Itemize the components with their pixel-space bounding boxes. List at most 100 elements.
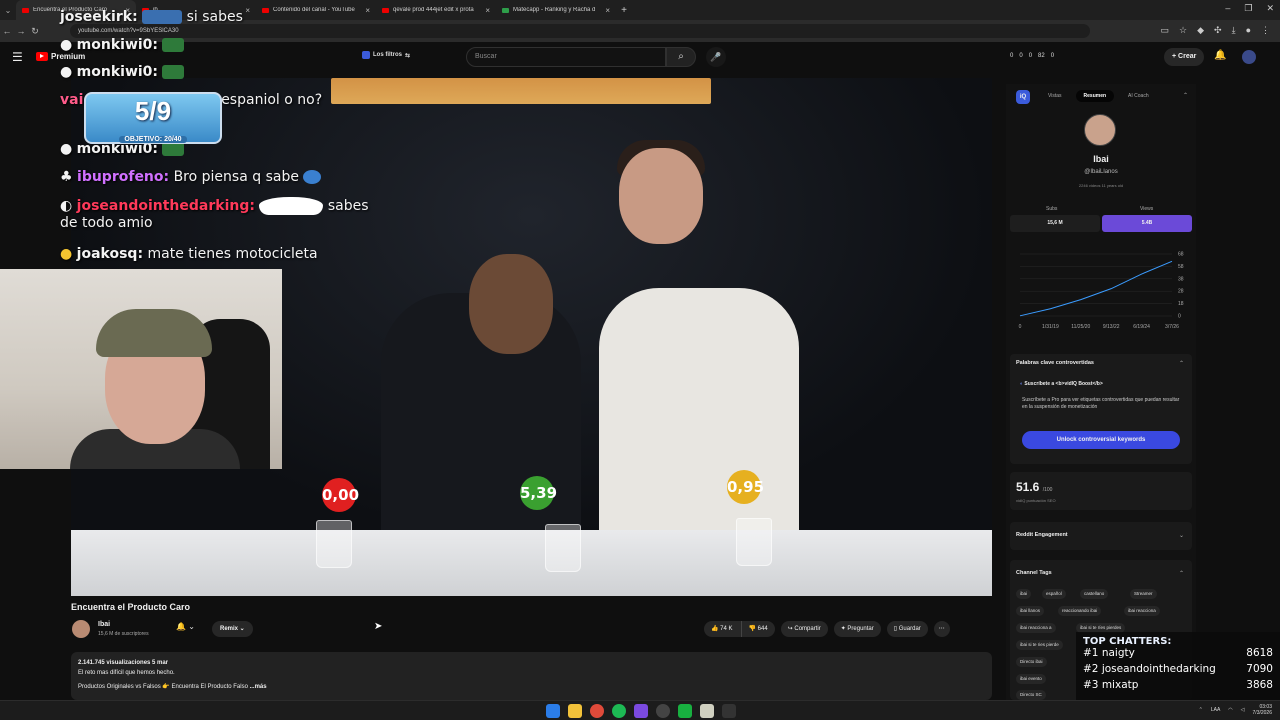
terminal-icon[interactable] (722, 704, 736, 718)
share-icon: ↪ (787, 626, 793, 632)
reload-icon[interactable]: ↻ (28, 26, 42, 37)
seo-score-value: 51.6 (1016, 480, 1040, 494)
unlock-keywords-button[interactable]: Unlock controversial keywords (1022, 431, 1180, 449)
address-bar[interactable]: youtube.com/watch?v=9SbYESlCA30 (70, 24, 1090, 38)
subs-value[interactable]: 15,6 M (1010, 215, 1100, 232)
tab-vistas[interactable]: Vistas (1040, 90, 1070, 102)
spotify-icon[interactable] (612, 704, 626, 718)
channel-tag[interactable]: ibai reacciona (1124, 606, 1160, 616)
close-icon[interactable]: × (365, 6, 370, 15)
like-button[interactable]: 👍 74 K (704, 621, 741, 637)
more-dots-icon: ⋯ (938, 626, 945, 632)
tab-ai-coach[interactable]: AI Coach (1120, 90, 1157, 102)
menu-dots-icon[interactable]: ⋮ (1261, 25, 1270, 36)
channel-avatar[interactable] (72, 620, 90, 638)
filters-button[interactable]: Los filtros ⇆ (362, 51, 410, 59)
notifications-bell-icon[interactable]: 🔔 (1214, 50, 1226, 61)
tray-chevron-icon[interactable]: ⌃ (1199, 707, 1203, 713)
hands-emoji-icon: 👉 (162, 684, 170, 690)
channel-tag[interactable]: castellano (1080, 589, 1109, 599)
cast-icon[interactable]: ▭ (1161, 25, 1170, 36)
youtube-header: ☰ Premium Los filtros ⇆ Buscar ⌕ 🎤 0 0 0… (0, 42, 1280, 72)
browser-tab-5[interactable]: Matecapp - Ranking y Racha d × (496, 0, 616, 20)
minimize-icon[interactable]: – (1225, 3, 1230, 14)
youtube-logo[interactable]: Premium (36, 52, 85, 61)
account-avatar[interactable] (1242, 50, 1256, 64)
forward-icon[interactable]: → (14, 26, 28, 36)
channel-tag[interactable]: Streamer (1130, 589, 1157, 599)
new-tab-button[interactable]: + (616, 5, 632, 16)
language-indicator[interactable]: LAA (1211, 707, 1220, 713)
extensions-puzzle-icon[interactable]: ✣ (1214, 25, 1222, 36)
channel-tag[interactable]: ibai (1016, 589, 1032, 599)
subscribe-notification-button[interactable]: 🔔 ⌄ (176, 622, 195, 631)
extension-icon[interactable]: ◆ (1197, 25, 1204, 36)
dislike-button[interactable]: 👎 644 (740, 621, 775, 637)
close-icon[interactable]: × (605, 6, 610, 15)
chevron-up-icon[interactable]: ⌃ (1179, 360, 1184, 367)
browser-tab-3[interactable]: Contenido del canal - YouTube × (256, 0, 376, 20)
ask-button[interactable]: ✦ Preguntar (833, 621, 881, 637)
search-button[interactable]: ⌕ (666, 47, 696, 67)
search-icon: ⌕ (678, 51, 684, 62)
file-explorer-icon[interactable] (568, 704, 582, 718)
chevron-up-icon[interactable]: ⌃ (1179, 570, 1184, 577)
chevron-down-icon[interactable]: ⌄ (1179, 532, 1184, 539)
thumbs-down-icon: 👎 (748, 626, 756, 632)
youtube-play-icon (36, 52, 48, 61)
channel-tag[interactable]: Directo SC (1016, 690, 1046, 700)
channel-tag[interactable]: reaccionando ibai (1058, 606, 1102, 616)
channel-handle: @IbaiLlanos (1084, 169, 1118, 175)
close-icon[interactable]: × (485, 6, 490, 15)
channel-name[interactable]: Ibai (98, 621, 110, 628)
channel-avatar (1084, 114, 1116, 146)
windows-taskbar: ⌃ LAA ◠ ◁ 03:03 7/3/2026 (0, 700, 1280, 720)
channel-tag[interactable]: ibai llanos (1016, 606, 1045, 616)
browser-tab-4[interactable]: qevale prod 444jet edit x prota × (376, 0, 496, 20)
channel-tag[interactable]: Directo ibai (1016, 657, 1047, 667)
chatter-row: #1 naigty 8618 (1083, 647, 1273, 663)
obs-icon[interactable] (656, 704, 670, 718)
save-button[interactable]: ▯ Guardar (886, 621, 928, 637)
close-window-icon[interactable]: ✕ (1266, 3, 1274, 14)
channel-tag[interactable]: ibai evento (1016, 674, 1046, 684)
app-icon[interactable] (678, 704, 692, 718)
download-icon[interactable]: ⤓ (1232, 25, 1236, 36)
taskbar-apps (546, 704, 736, 718)
chrome-icon[interactable] (590, 704, 604, 718)
more-link[interactable]: ...más (250, 684, 267, 690)
share-button[interactable]: ↪ Compartir (780, 621, 828, 637)
create-button[interactable]: + Crear (1164, 48, 1205, 66)
description-box[interactable]: 2.141.745 visualizaciones 5 mar El reto … (71, 652, 992, 700)
mouse-cursor-icon: ➤ (374, 621, 383, 632)
tab-resumen[interactable]: Resumen (1075, 90, 1115, 102)
close-icon[interactable]: × (245, 6, 250, 15)
bookmark-star-icon[interactable]: ☆ (1179, 25, 1187, 36)
wifi-icon[interactable]: ◠ (1228, 707, 1232, 713)
channel-tag[interactable]: ibai si te ries pierde (1016, 640, 1063, 650)
chat-message: ♣ ibuprofeno: Bro piensa q sabe (60, 169, 322, 185)
windows-start-icon[interactable] (546, 704, 560, 718)
views-value[interactable]: 5.4B (1102, 215, 1192, 232)
voice-search-button[interactable]: 🎤 (706, 47, 726, 67)
channel-tag[interactable]: ibai reacciona a (1016, 623, 1056, 633)
discord-icon[interactable] (634, 704, 648, 718)
hamburger-menu-icon[interactable]: ☰ (12, 50, 23, 64)
search-input[interactable]: Buscar (466, 47, 666, 67)
more-actions-button[interactable]: ⋯ (933, 621, 950, 637)
chatter-name: naigty (1101, 647, 1135, 659)
volume-icon[interactable]: ◁ (1241, 707, 1245, 713)
glass (545, 524, 581, 572)
chat-user: vai (60, 92, 84, 108)
clock[interactable]: 03:03 7/3/2026 (1253, 704, 1272, 716)
maximize-icon[interactable]: ❐ (1244, 3, 1252, 14)
profile-icon[interactable]: ● (1246, 25, 1251, 36)
channel-tag[interactable]: español (1042, 589, 1066, 599)
remix-button[interactable]: Remix ⌄ (212, 621, 253, 637)
reddit-section[interactable]: Reddit Engagement ⌄ (1010, 522, 1192, 550)
chat-user: joakosq: (76, 246, 144, 262)
app-icon[interactable] (700, 704, 714, 718)
collapse-chevron-icon[interactable]: ⌃ (1183, 92, 1188, 99)
back-icon[interactable]: ← (0, 26, 14, 36)
tab-search-icon[interactable]: ⌄ (0, 6, 16, 15)
